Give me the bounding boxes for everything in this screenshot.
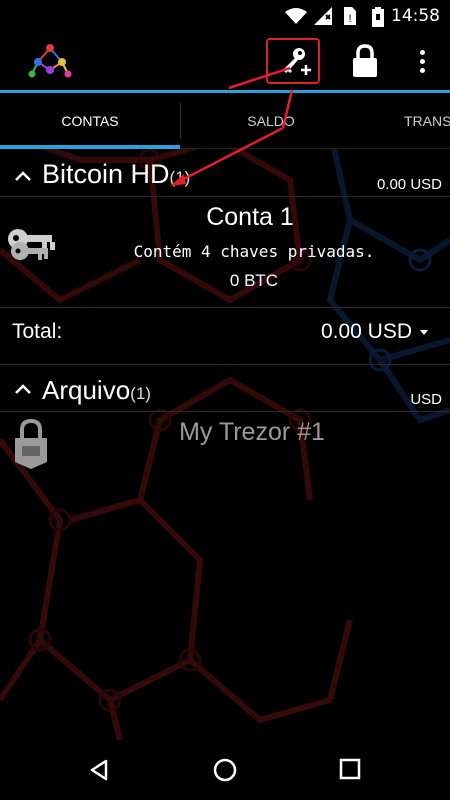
account-balance: 0 BTC [229, 271, 279, 290]
tab-bar: CONTAS SALDO TRANS [0, 93, 450, 149]
accounts-list: Bitcoin HD(1) 0.00 USD Conta 1 Contém 4 … [0, 150, 450, 750]
status-time: 14:58 [391, 6, 440, 26]
account-row[interactable]: Conta 1 Contém 4 chaves privadas. 0 BTC [0, 197, 450, 307]
section-count: (1) [169, 168, 191, 187]
trezor-account-row[interactable]: My Trezor #1 [0, 412, 450, 476]
chevron-up-icon[interactable] [14, 170, 32, 182]
section-amount: USD [410, 391, 442, 408]
add-key-button[interactable] [266, 38, 320, 84]
section-title-text: Arquivo [42, 375, 131, 405]
account-name: Conta 1 [206, 203, 294, 231]
add-key-icon [283, 48, 311, 75]
currency-dropdown-caret-icon[interactable] [420, 330, 428, 335]
section-header-arquivo[interactable]: Arquivo(1) USD [0, 365, 450, 411]
signal-icon [314, 7, 332, 25]
section-title-text: Bitcoin HD [42, 159, 170, 189]
no-sim-icon: ! [344, 7, 356, 25]
status-bar: ! 14:58 [0, 0, 450, 32]
recents-icon[interactable] [339, 758, 361, 780]
tab-trans[interactable]: TRANS [372, 93, 450, 149]
tab-trans-label: TRANS [404, 113, 450, 129]
wifi-icon [285, 8, 307, 24]
total-label: Total: [12, 320, 63, 343]
app-bar [0, 32, 450, 93]
back-icon[interactable] [88, 758, 110, 782]
section-title: Bitcoin HD(1) [42, 159, 190, 190]
tab-saldo-label: SALDO [247, 113, 295, 129]
home-icon[interactable] [213, 758, 237, 782]
section-header-bitcoin-hd[interactable]: Bitcoin HD(1) 0.00 USD [0, 150, 450, 196]
tab-selected-indicator [0, 145, 180, 149]
account-keys-text: Contém 4 chaves privadas. [133, 242, 375, 261]
navigation-bar [0, 740, 450, 800]
battery-icon [372, 7, 384, 27]
lock-icon[interactable] [350, 44, 380, 78]
tab-contas-label: CONTAS [61, 113, 119, 129]
total-row: Total: 0.00 USD [0, 308, 450, 364]
overflow-menu-icon[interactable] [414, 46, 430, 76]
mycelium-logo-icon [28, 44, 72, 78]
trezor-name: My Trezor #1 [179, 418, 325, 446]
tab-contas[interactable]: CONTAS [0, 93, 180, 149]
svg-text:!: ! [348, 13, 351, 25]
chevron-up-icon[interactable] [14, 383, 32, 395]
section-count: (1) [130, 384, 151, 403]
section-title: Arquivo(1) [42, 375, 151, 406]
total-value[interactable]: 0.00 USD [321, 320, 412, 344]
tab-saldo[interactable]: SALDO [181, 93, 361, 149]
section-amount: 0.00 USD [376, 176, 442, 193]
